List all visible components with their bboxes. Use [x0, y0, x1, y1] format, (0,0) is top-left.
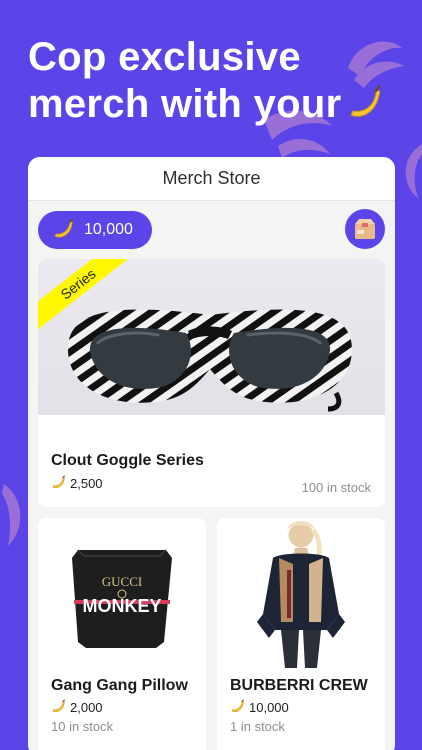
background-banana-icon — [2, 484, 21, 546]
pillow-print-main: MONKEY — [82, 596, 161, 616]
product-image: GUCCI MONKEY — [38, 518, 206, 668]
balance-button[interactable]: 10,000 — [38, 211, 152, 249]
product-image — [217, 518, 385, 668]
product-name: BURBERRI CREW — [230, 677, 368, 694]
pillow-image: GUCCI MONKEY — [72, 549, 172, 648]
product-card[interactable]: BURBERRI CREW 10,000 1 in stock — [217, 518, 385, 750]
stock-count: 1 in stock — [230, 719, 285, 734]
balance-amount: 10,000 — [84, 221, 133, 238]
product-card[interactable]: GUCCI MONKEY Gang Gang Pillow 2,000 10 i… — [38, 518, 206, 750]
store-title: Merch Store — [162, 168, 261, 188]
product-image: Series — [38, 259, 385, 415]
product-name: Clout Goggle Series — [51, 452, 204, 469]
background-banana-icon — [405, 144, 422, 198]
banana-icon — [230, 699, 246, 715]
pillow-print-top: GUCCI — [102, 574, 142, 589]
product-name: Gang Gang Pillow — [51, 677, 188, 694]
banana-icon — [51, 475, 67, 491]
model-jacket-image — [257, 521, 345, 668]
store-header: Merch Store — [28, 157, 395, 201]
banana-icon — [350, 85, 381, 117]
product-price: 2,000 — [51, 699, 103, 715]
featured-product-card[interactable]: Series Clout Goggle Series 2,500 100 in … — [38, 259, 385, 507]
inventory-button[interactable] — [345, 209, 385, 249]
banana-icon — [51, 699, 67, 715]
hero-line-2: merch with your — [28, 82, 342, 126]
stock-count: 100 in stock — [301, 480, 371, 495]
hero-headline: Cop exclusive merch with your — [28, 34, 418, 128]
stock-count: 10 in stock — [51, 719, 114, 734]
product-price: 2,500 — [51, 475, 103, 491]
product-price: 10,000 — [230, 699, 289, 715]
hero-line-1: Cop exclusive — [28, 35, 301, 79]
box-icon — [355, 219, 375, 239]
merch-store-card: Merch Store 10,000 Series Clout Goggle S… — [28, 157, 395, 750]
banana-icon — [52, 218, 76, 242]
store-toolbar: 10,000 — [28, 201, 395, 259]
